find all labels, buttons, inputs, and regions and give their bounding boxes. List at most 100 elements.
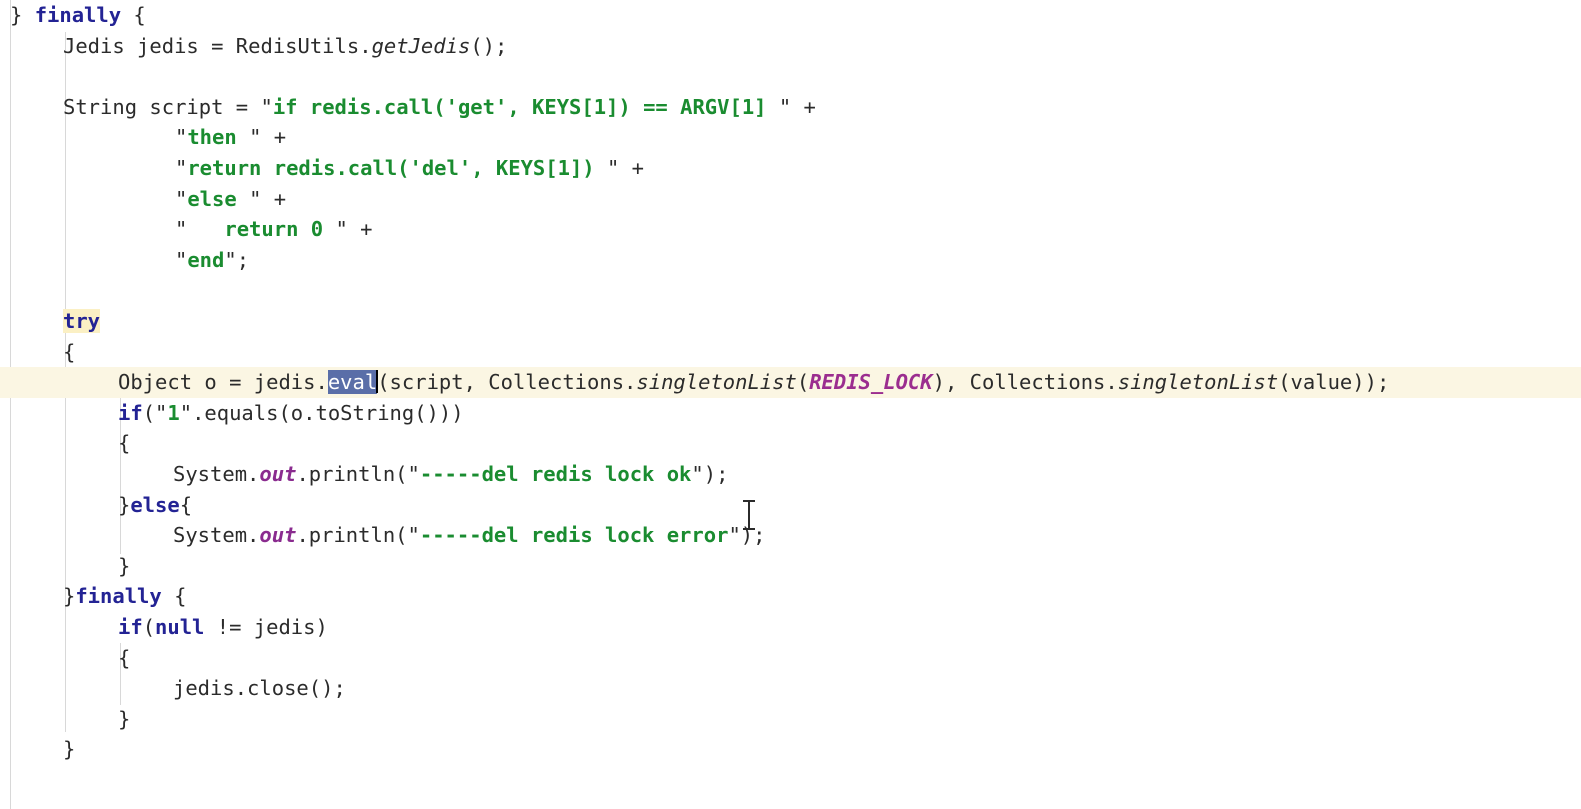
code-token: jedis.close(); (173, 676, 346, 701)
code-line[interactable]: Jedis jedis = RedisUtils.getJedis(); (63, 31, 507, 62)
code-token: " (175, 217, 188, 242)
code-token: " (224, 247, 237, 272)
code-token: .println( (296, 523, 408, 548)
code-token: return redis.call('del', KEYS[1]) (187, 156, 607, 180)
code-token: out (259, 523, 297, 548)
code-line[interactable]: } finally { (10, 0, 146, 31)
code-token: Object o = jedis. (118, 370, 328, 395)
code-token: if redis.call('get', KEYS[1]) == ARGV[1] (272, 94, 779, 119)
code-token: + (347, 217, 373, 242)
code-line[interactable]: "end"; (175, 245, 249, 276)
code-line[interactable]: try (63, 306, 101, 337)
code-token: } (63, 584, 76, 609)
code-token: { (118, 645, 131, 670)
code-token: } (118, 553, 131, 578)
code-token: " (175, 156, 188, 180)
code-token: out (259, 462, 297, 486)
code-token: -----del redis lock ok (419, 462, 692, 486)
code-token: finally (75, 584, 162, 609)
code-token: + (619, 156, 645, 180)
code-token: " (691, 462, 704, 486)
code-line[interactable]: "return redis.call('del', KEYS[1]) " + (175, 153, 644, 184)
code-line[interactable]: { (118, 643, 130, 674)
code-token: " (728, 523, 741, 548)
code-token: } (118, 492, 131, 517)
code-token: else (187, 186, 250, 211)
code-token: " (179, 400, 193, 425)
code-line[interactable]: } (63, 734, 75, 765)
code-token: finally (34, 3, 122, 27)
code-token: " (606, 156, 620, 180)
code-token: { (63, 339, 76, 364)
code-token: } (10, 3, 35, 27)
code-line[interactable]: Object o = jedis.eval(script, Collection… (118, 367, 1389, 398)
code-token: + (261, 125, 287, 150)
code-token: -----del redis lock error (419, 523, 729, 548)
code-line[interactable]: } (118, 704, 130, 735)
code-line[interactable]: System.out.println("-----del redis lock … (173, 459, 728, 490)
code-token: " (778, 94, 792, 119)
code-token: } (118, 706, 131, 731)
code-token: " (335, 217, 348, 242)
code-line[interactable]: String script = "if redis.call('get', KE… (63, 92, 816, 123)
code-token: if (118, 615, 143, 639)
code-token: .equals(o.toString())) (192, 400, 464, 425)
code-token: ), Collections. (932, 370, 1118, 395)
code-token: end (187, 247, 225, 272)
code-token: then (187, 125, 250, 150)
code-token: " (260, 94, 273, 119)
code-token: ; (236, 247, 250, 272)
code-token: (); (470, 33, 508, 58)
code-token: singletonList (1117, 370, 1279, 395)
indent-guide (10, 0, 11, 809)
code-token: != jedis) (204, 615, 328, 639)
code-line[interactable]: }else{ (118, 490, 192, 521)
code-line[interactable]: } (118, 551, 130, 582)
code-token: 1 (167, 400, 180, 425)
code-token: { (118, 431, 131, 456)
code-token: return 0 (187, 217, 336, 242)
code-token: " (249, 125, 262, 150)
code-token: if (118, 400, 143, 425)
code-token: " (175, 247, 188, 272)
code-token: null (155, 615, 205, 639)
code-token: " (175, 186, 188, 211)
code-token: ); (740, 523, 766, 548)
code-token: getJedis (371, 33, 471, 58)
code-token: REDIS_LOCK (809, 370, 933, 395)
code-line[interactable]: }finally { (63, 581, 186, 612)
code-token: + (261, 186, 287, 211)
code-line[interactable]: "else " + (175, 184, 286, 215)
code-token: String script = (63, 94, 261, 119)
code-token: " (407, 462, 420, 486)
code-token: { (121, 3, 146, 27)
code-line[interactable]: " return 0 " + (175, 214, 372, 245)
code-token: (value)); (1278, 370, 1390, 395)
code-line[interactable]: "then " + (175, 122, 286, 153)
code-line[interactable]: { (118, 428, 130, 459)
code-line[interactable]: System.out.println("-----del redis lock … (173, 520, 765, 551)
code-token: Jedis jedis = RedisUtils. (63, 33, 372, 58)
code-token: } (63, 737, 76, 762)
code-token: ( (142, 615, 156, 639)
code-line[interactable]: jedis.close(); (173, 673, 346, 704)
code-token: try (63, 309, 101, 333)
code-token: + (791, 94, 816, 119)
code-token: .println( (296, 462, 408, 486)
code-token: else (130, 492, 180, 517)
code-token: (script, Collections. (377, 370, 637, 395)
code-line[interactable]: { (63, 337, 75, 368)
code-line[interactable]: if(null != jedis) (118, 612, 328, 643)
code-token: ( (796, 370, 810, 395)
code-token: ( (142, 400, 156, 425)
code-line[interactable]: if("1".equals(o.toString())) (118, 398, 464, 429)
code-token: " (155, 400, 168, 425)
code-token: " (407, 523, 420, 548)
code-editor[interactable]: } finally {Jedis jedis = RedisUtils.getJ… (0, 0, 1581, 809)
code-token: ); (703, 462, 729, 486)
code-token: System. (173, 523, 260, 548)
selected-token[interactable]: eval (327, 370, 378, 395)
code-token: { (179, 492, 193, 517)
code-token: { (161, 584, 187, 609)
code-token: " (249, 186, 262, 211)
